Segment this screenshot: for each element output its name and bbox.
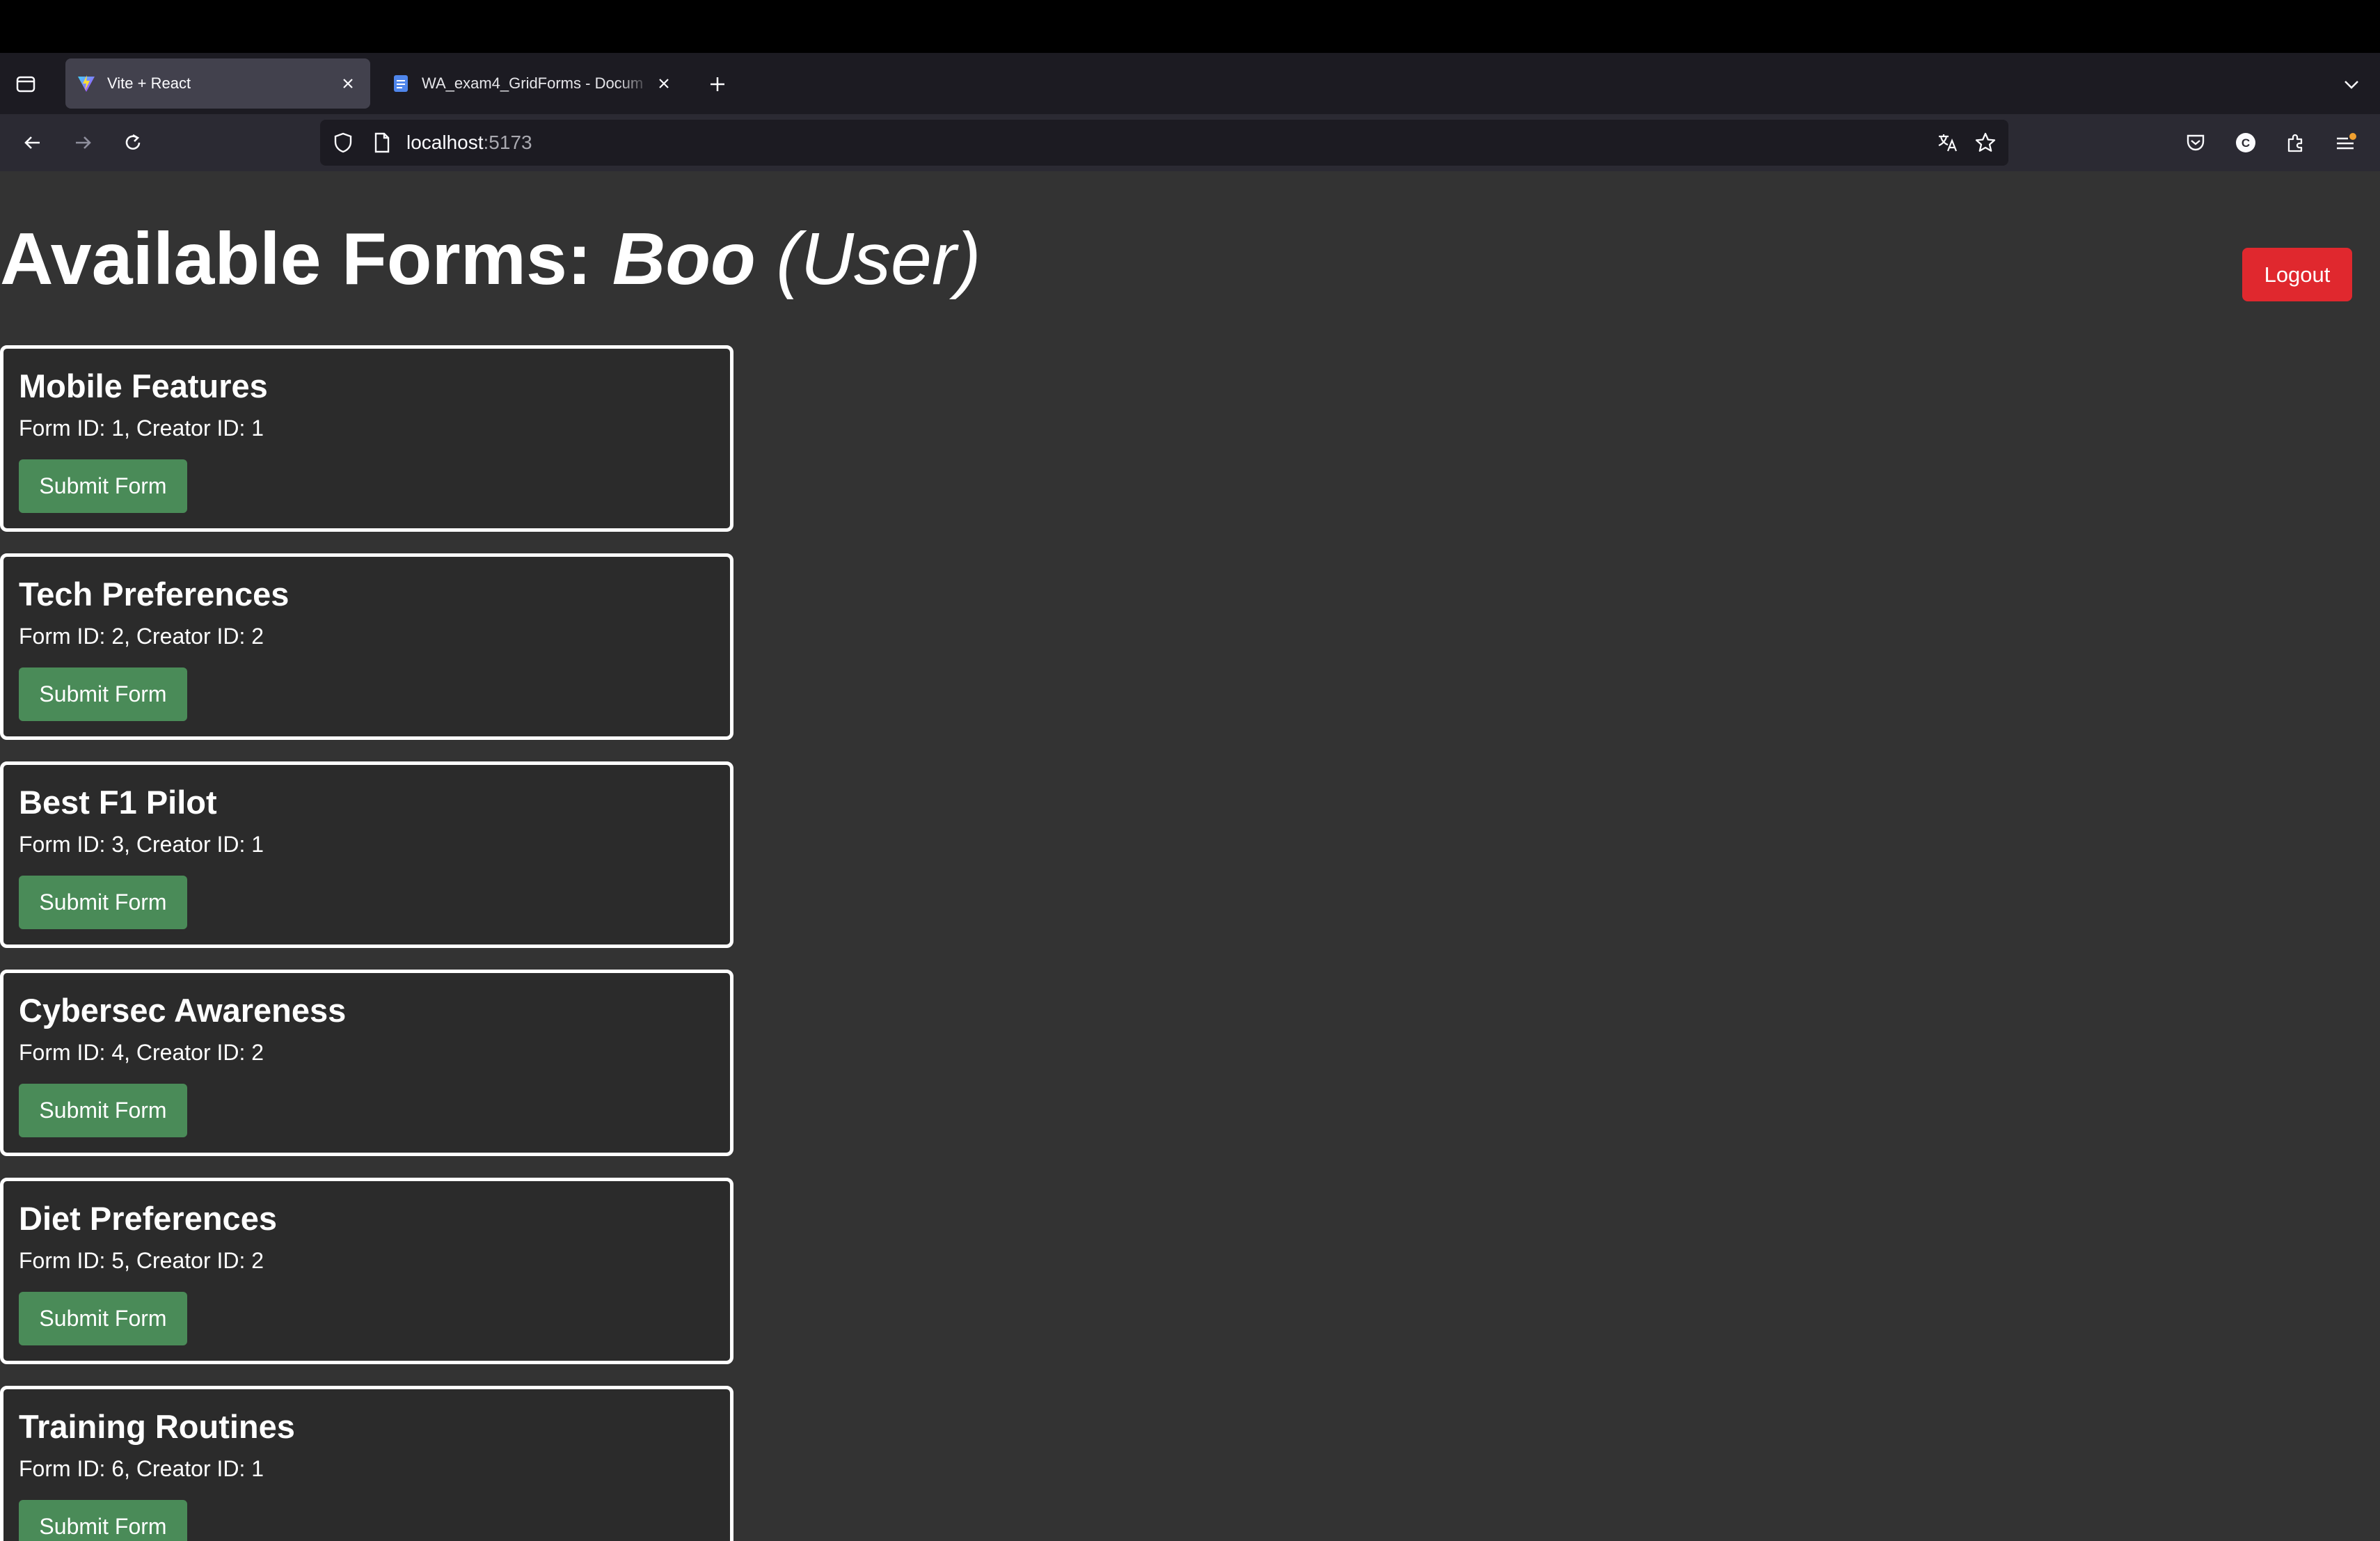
chevron-down-icon[interactable] (2337, 70, 2366, 99)
form-meta: Form ID: 5, Creator ID: 2 (19, 1248, 264, 1274)
vite-favicon-icon (75, 72, 97, 95)
creator-id: Creator ID: 2 (136, 624, 264, 649)
menu-icon[interactable] (2330, 127, 2362, 159)
title-prefix: Available Forms: (0, 218, 612, 300)
plus-icon[interactable] (703, 70, 732, 99)
form-id: Form ID: 1, (19, 416, 131, 441)
submit-form-button[interactable]: Submit Form (19, 1292, 187, 1345)
form-meta: Form ID: 1, Creator ID: 1 (19, 416, 264, 441)
close-icon[interactable] (651, 71, 676, 96)
submit-form-button[interactable]: Submit Form (19, 876, 187, 929)
form-title: Training Routines (19, 1408, 295, 1445)
form-id: Form ID: 4, (19, 1040, 131, 1065)
svg-text:C: C (2242, 136, 2250, 150)
tab-strip: Vite + React WA_exam4_GridForms - Docum (0, 53, 2380, 114)
creator-id: Creator ID: 1 (136, 832, 264, 857)
form-title: Mobile Features (19, 368, 268, 404)
form-title: Tech Preferences (19, 576, 289, 613)
form-title: Cybersec Awareness (19, 992, 347, 1029)
tab-title: WA_exam4_GridForms - Docum (422, 74, 644, 92)
creator-id: Creator ID: 2 (136, 1040, 264, 1065)
form-id: Form ID: 2, (19, 624, 131, 649)
user-role: (User) (776, 218, 981, 300)
form-card: Cybersec Awareness Form ID: 4, Creator I… (0, 970, 733, 1156)
submit-form-button[interactable]: Submit Form (19, 459, 187, 513)
form-card: Tech Preferences Form ID: 2, Creator ID:… (0, 553, 733, 740)
tab-title: Vite + React (107, 74, 191, 92)
form-meta: Form ID: 2, Creator ID: 2 (19, 624, 264, 649)
submit-form-button[interactable]: Submit Form (19, 1500, 187, 1541)
page-content: Available Forms: Boo (User) Logout Mobil… (0, 171, 2380, 1541)
form-id: Form ID: 5, (19, 1248, 131, 1273)
url-host: localhost (406, 132, 484, 153)
account-icon[interactable]: C (2230, 127, 2262, 159)
form-card: Training Routines Form ID: 6, Creator ID… (0, 1386, 733, 1541)
forward-arrow-icon[interactable] (67, 127, 99, 159)
form-card: Best F1 Pilot Form ID: 3, Creator ID: 1 … (0, 761, 733, 948)
tab-overview-icon[interactable] (13, 71, 39, 96)
form-card: Diet Preferences Form ID: 5, Creator ID:… (0, 1178, 733, 1364)
form-title: Best F1 Pilot (19, 784, 217, 821)
creator-id: Creator ID: 2 (136, 1248, 264, 1273)
user-name: Boo (612, 218, 756, 300)
creator-id: Creator ID: 1 (136, 416, 264, 441)
close-icon[interactable] (335, 71, 360, 96)
form-id: Form ID: 3, (19, 832, 131, 857)
tab-google-doc[interactable]: WA_exam4_GridForms - Docum (380, 58, 686, 109)
page-title: Available Forms: Boo (User) (0, 217, 981, 302)
docs-favicon-icon (390, 72, 412, 95)
url-text: localhost:5173 (406, 132, 532, 154)
form-meta: Form ID: 4, Creator ID: 2 (19, 1040, 264, 1066)
navigation-toolbar: localhost:5173 C (0, 114, 2380, 171)
form-id: Form ID: 6, (19, 1456, 131, 1481)
url-bar[interactable]: localhost:5173 (320, 120, 2008, 166)
form-list: Mobile Features Form ID: 1, Creator ID: … (0, 345, 733, 1541)
logout-button[interactable]: Logout (2242, 248, 2352, 301)
extensions-icon[interactable] (2280, 127, 2312, 159)
form-card: Mobile Features Form ID: 1, Creator ID: … (0, 345, 733, 532)
submit-form-button[interactable]: Submit Form (19, 667, 187, 721)
back-arrow-icon[interactable] (17, 127, 49, 159)
form-meta: Form ID: 3, Creator ID: 1 (19, 832, 264, 858)
submit-form-button[interactable]: Submit Form (19, 1084, 187, 1137)
star-icon[interactable] (1972, 129, 1999, 156)
form-title: Diet Preferences (19, 1200, 277, 1237)
page-icon[interactable] (369, 129, 395, 156)
reload-icon[interactable] (117, 127, 149, 159)
window-top-bar (0, 0, 2380, 53)
translate-icon[interactable] (1935, 129, 1961, 156)
shield-icon[interactable] (330, 129, 356, 156)
pocket-icon[interactable] (2180, 127, 2212, 159)
creator-id: Creator ID: 1 (136, 1456, 264, 1481)
form-meta: Form ID: 6, Creator ID: 1 (19, 1456, 264, 1482)
url-port: :5173 (483, 132, 532, 153)
tab-vite-react[interactable]: Vite + React (65, 58, 370, 109)
